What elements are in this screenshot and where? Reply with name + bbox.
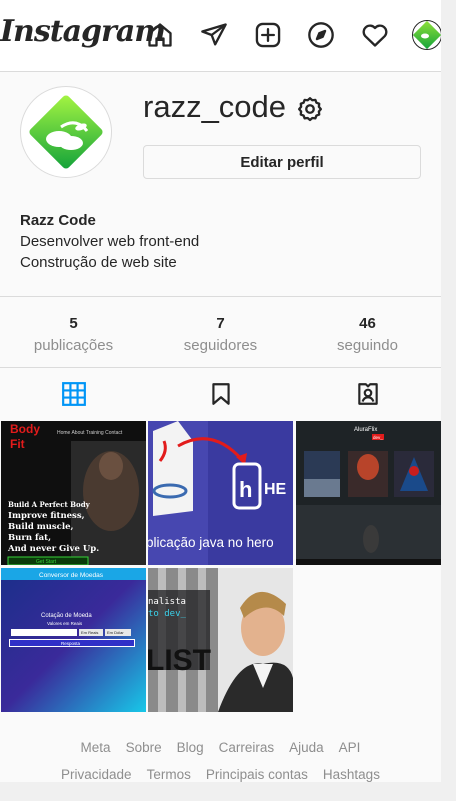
stat-followers-label: seguidores: [183, 337, 258, 354]
profile-page: Instagram razz_code Editar perfil Razz C…: [0, 0, 441, 782]
top-navigation-bar: Instagram: [0, 0, 441, 72]
footer-link[interactable]: API: [339, 738, 361, 758]
post2-brand: HE: [264, 481, 287, 498]
post4-result: Resposta: [61, 641, 81, 646]
explore-icon[interactable]: [307, 21, 335, 49]
footer-link[interactable]: Principais contas: [206, 765, 308, 782]
post4-header: Conversor de Moedas: [39, 572, 104, 579]
post-thumbnail[interactable]: Body Fit Home About Training Contact Bui…: [1, 421, 146, 565]
profile-avatar-icon[interactable]: [412, 20, 441, 50]
footer-link[interactable]: Sobre: [126, 738, 162, 758]
post-thumbnail[interactable]: Conversor de Moedas Cotação de Moeda Val…: [1, 568, 146, 712]
footer-link[interactable]: Privacidade: [61, 765, 132, 782]
tab-saved[interactable]: [147, 368, 294, 420]
home-icon[interactable]: [146, 21, 174, 49]
footer-link[interactable]: Meta: [81, 738, 111, 758]
post-thumbnail[interactable]: nalista to dev_ LIST: [148, 568, 293, 712]
activity-icon[interactable]: [361, 21, 389, 49]
post1-title: Body: [10, 422, 40, 436]
edit-profile-button[interactable]: Editar perfil: [143, 145, 421, 179]
post5-line: nalista: [148, 597, 186, 607]
profile-tabs: [0, 368, 441, 420]
post1-line: Improve fitness,: [8, 511, 85, 521]
tab-posts[interactable]: [0, 368, 147, 420]
post2-text: plicação java no hero: [148, 535, 274, 550]
instagram-logo[interactable]: Instagram: [0, 14, 166, 49]
profile-avatar[interactable]: [20, 86, 112, 178]
stat-followers[interactable]: 7 seguidores: [147, 297, 294, 367]
stat-posts-value: 5: [69, 315, 78, 332]
stat-following[interactable]: 46 seguindo: [294, 297, 441, 367]
footer-link[interactable]: Blog: [177, 738, 204, 758]
post5-line: to dev_: [148, 609, 187, 619]
post3-tag: dev_: [373, 435, 383, 440]
stat-following-value: 46: [359, 315, 376, 332]
post-thumbnail[interactable]: AluraFlix dev_: [296, 421, 441, 565]
stat-followers-value: 7: [216, 315, 225, 332]
direct-icon[interactable]: [200, 21, 228, 49]
bio-line: Construção de web site: [20, 254, 177, 271]
stat-posts: 5 publicações: [0, 297, 147, 367]
post1-nav: Home About Training Contact: [57, 430, 123, 436]
post1-cta: Get Start: [36, 559, 57, 565]
svg-text:h: h: [239, 477, 252, 502]
svg-text:Fit: Fit: [10, 437, 25, 451]
post1-line: Burn fat,: [8, 533, 51, 543]
saved-icon: [211, 383, 230, 405]
bio-name: Razz Code: [20, 212, 96, 229]
post3-title: AluraFlix: [354, 427, 377, 433]
bio-line: Desenvolver web front-end: [20, 233, 200, 250]
profile-username: razz_code: [143, 89, 287, 124]
profile-stats: 5 publicações 7 seguidores 46 seguindo: [0, 296, 441, 368]
post1-line: Build muscle,: [8, 522, 73, 532]
post4-label: Valores em Reais: [47, 621, 83, 626]
post1-heading: Build A Perfect Body: [8, 500, 91, 509]
post1-line: And never Give Up.: [7, 544, 99, 554]
footer-link[interactable]: Termos: [147, 765, 191, 782]
post-thumbnail[interactable]: h HE plicação java no hero: [148, 421, 293, 565]
settings-gear-icon[interactable]: [296, 95, 324, 123]
stat-posts-label: publicações: [33, 337, 114, 354]
stat-following-label: seguindo: [337, 337, 398, 354]
post4-btn1: Em Reais: [81, 630, 98, 635]
post5-word: LIST: [148, 644, 211, 677]
page-footer: Meta Sobre Blog Carreiras Ajuda API Priv…: [0, 738, 441, 782]
new-post-icon[interactable]: [254, 21, 282, 49]
post4-btn2: Em Dólar: [107, 630, 124, 635]
profile-bio: Razz Code Desenvolver web front-end Cons…: [20, 210, 199, 273]
footer-link[interactable]: Hashtags: [323, 765, 380, 782]
footer-link[interactable]: Carreiras: [219, 738, 275, 758]
post4-title: Cotação de Moeda: [41, 613, 92, 619]
grid-icon: [61, 382, 86, 406]
footer-links-row: Privacidade Termos Principais contas Has…: [0, 765, 441, 782]
tab-tagged[interactable]: [294, 368, 441, 420]
tagged-icon: [357, 383, 378, 405]
footer-links-row: Meta Sobre Blog Carreiras Ajuda API: [0, 738, 441, 758]
footer-link[interactable]: Ajuda: [289, 738, 324, 758]
page-scrollbar[interactable]: [441, 0, 456, 782]
